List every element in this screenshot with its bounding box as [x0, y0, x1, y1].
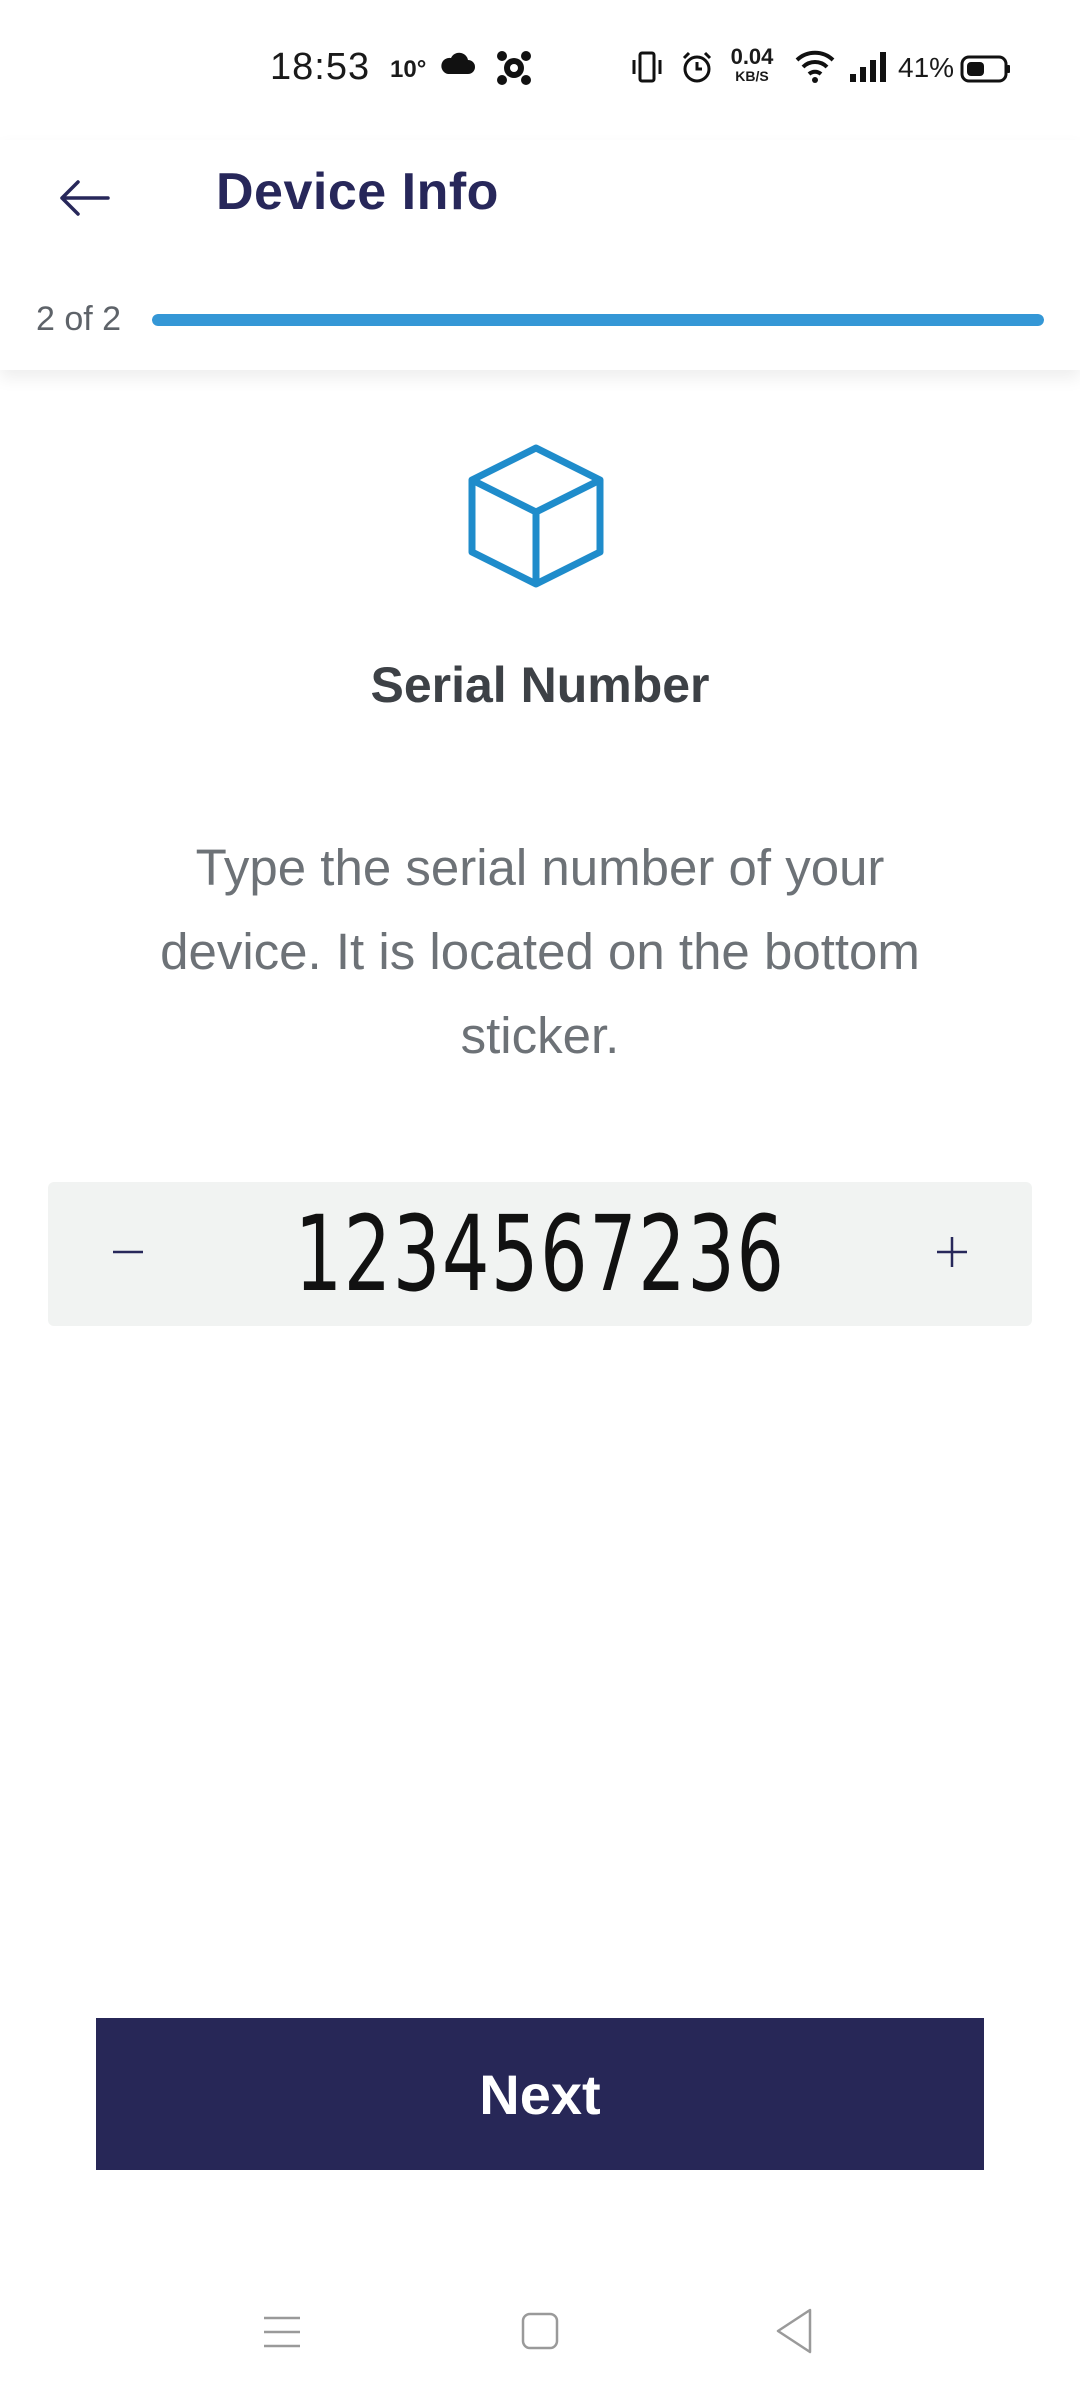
signal-icon: [848, 50, 890, 89]
wifi-icon: [794, 48, 836, 89]
section-title: Serial Number: [370, 657, 710, 713]
battery-icon: [960, 54, 1012, 89]
minus-icon: [111, 1235, 145, 1274]
app-header: Device Info 2 of 2: [0, 140, 1080, 370]
next-button[interactable]: Next: [96, 2018, 984, 2170]
serial-number-stepper: 1234567236: [48, 1182, 1032, 1326]
alarm-icon: [680, 50, 714, 89]
back-triangle-icon[interactable]: [772, 2306, 816, 2361]
vibrate-icon: [630, 50, 664, 89]
status-temperature: 10°: [390, 56, 427, 83]
recent-apps-icon[interactable]: [262, 2312, 302, 2357]
arrow-left-icon: [58, 178, 110, 223]
step-indicator: 2 of 2: [36, 300, 122, 338]
instructions-text: Type the serial number of your device. I…: [160, 839, 920, 1064]
increment-button[interactable]: [912, 1214, 992, 1294]
plus-icon: [935, 1235, 969, 1274]
decrement-button[interactable]: [88, 1214, 168, 1294]
home-icon[interactable]: [520, 2310, 560, 2357]
page-title: Device Info: [216, 163, 499, 221]
system-nav-bar: [0, 2290, 1080, 2380]
cube-icon: [462, 442, 610, 595]
network-speed-unit: KB/S: [735, 68, 769, 84]
back-button[interactable]: [50, 166, 118, 234]
status-bar: 18:53 10° 0.04 KB/S 41%: [0, 0, 1080, 140]
battery-percent: 41%: [898, 52, 955, 83]
cloud-icon: [440, 52, 476, 81]
network-speed-value: 0.04: [730, 44, 774, 69]
serial-number-input[interactable]: 1234567236: [279, 1192, 800, 1316]
network-speed: 0.04 KB/S: [728, 44, 776, 84]
progress-fill: [152, 314, 1044, 326]
screen: 18:53 10° 0.04 KB/S 41% Device Info 2 of…: [0, 0, 1080, 2400]
status-time: 18:53: [270, 46, 371, 88]
progress-bar: [152, 314, 1044, 326]
app-notification-icon: [496, 50, 532, 91]
